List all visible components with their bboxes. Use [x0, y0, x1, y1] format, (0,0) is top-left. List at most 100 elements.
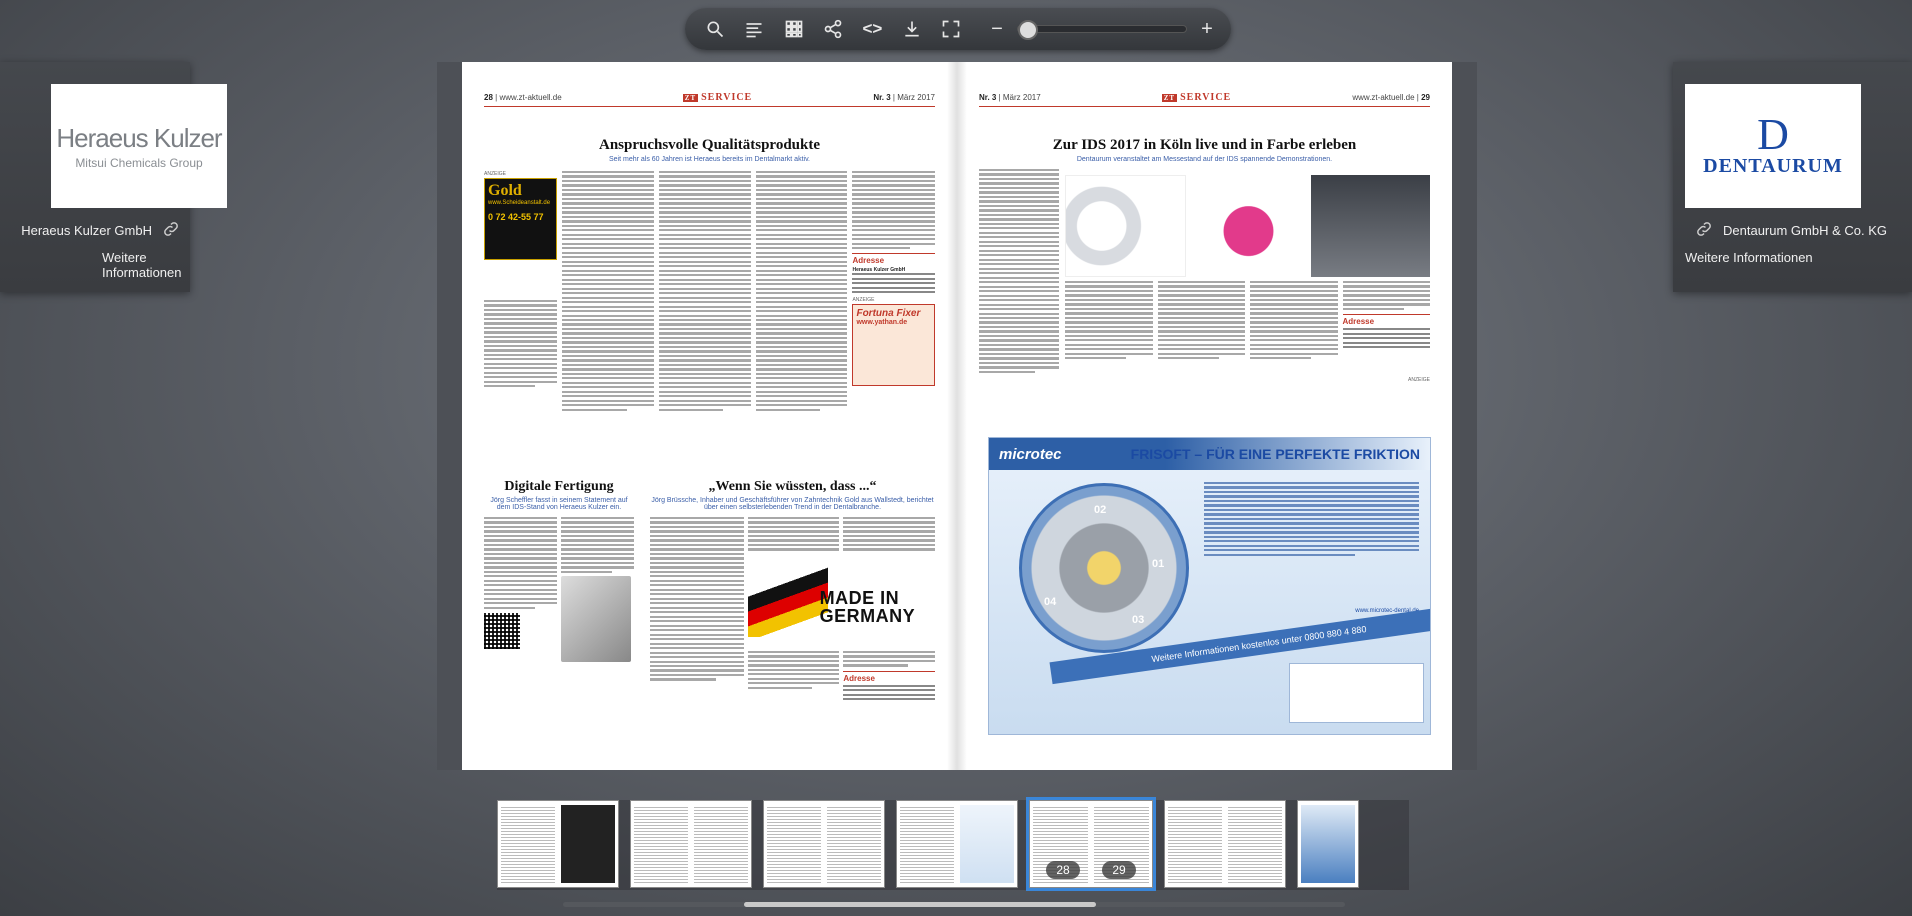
microtec-ad-text — [1204, 482, 1419, 558]
thumbnail-spread[interactable] — [763, 800, 885, 888]
heraeus-kulzer-logo[interactable]: Heraeus Kulzer Mitsui Chemicals Group — [51, 84, 227, 208]
german-flag-swoosh — [747, 566, 828, 637]
zoom-out-button[interactable]: − — [985, 12, 1009, 46]
thumbnail-spread[interactable] — [896, 800, 1018, 888]
thumbnail-scrollbar-thumb[interactable] — [743, 902, 1096, 907]
share-icon — [824, 19, 842, 39]
link-icon — [162, 220, 180, 241]
logo-text: Heraeus Kulzer — [56, 122, 222, 153]
thumbnail-page[interactable] — [1297, 800, 1359, 888]
issue-info: Nr. 3 | März 2017 — [873, 93, 935, 102]
article-figures — [1065, 175, 1430, 277]
article-top: Adresse — [979, 169, 1430, 375]
article-body: MADE IN GERMANY Adresse — [650, 517, 936, 703]
sidebar-column: Adresse Heraeus Kulzer GmbH ANZEIGE Fort… — [852, 171, 935, 471]
section-name: ZT SERVICE — [1161, 92, 1232, 103]
text-column — [562, 171, 655, 471]
microtec-brand: microtec — [999, 445, 1062, 463]
right-sponsor-panel: D DENTAURUM Dentaurum GmbH & Co. KG Weit… — [1673, 62, 1912, 292]
share-button[interactable] — [815, 12, 850, 46]
download-button[interactable] — [894, 12, 929, 46]
section-badge: ZT — [1161, 94, 1178, 102]
ad-title: Fortuna Fixer — [856, 308, 921, 320]
ad-label: ANZEIGE — [852, 297, 875, 304]
more-info-link[interactable]: Weitere Informationen — [1685, 250, 1813, 265]
site-url: www.zt-aktuell.de — [1352, 93, 1415, 102]
wheel-label: 04 — [1044, 596, 1057, 608]
issue-date: März 2017 — [897, 93, 935, 102]
zoom-in-button[interactable]: + — [1195, 12, 1219, 46]
made-in-germany-text: MADE IN GERMANY — [820, 589, 916, 625]
wheel-label: 02 — [1094, 504, 1107, 516]
issue-info: Nr. 3 | März 2017 — [979, 93, 1041, 102]
company-name: Heraeus Kulzer GmbH — [21, 223, 152, 238]
article-columns: ANZEIGE Gold www.Scheideanstalt.de 0 72 … — [484, 171, 935, 471]
thumbnail-spread-active[interactable]: 28 29 — [1026, 797, 1156, 891]
page-28[interactable]: 28 | www.zt-aktuell.de ZT SERVICE Nr. 3 |… — [462, 62, 957, 770]
embed-button[interactable]: <> — [855, 12, 890, 46]
ad-label: ANZEIGE — [484, 171, 506, 177]
more-info-link[interactable]: Weitere Informationen — [102, 250, 190, 280]
thumbnail-scrollbar[interactable] — [563, 902, 1345, 907]
article-headline: Zur IDS 2017 in Köln live und in Farbe e… — [1052, 137, 1357, 153]
address-heading: Adresse — [852, 253, 935, 265]
issue-number: Nr. 3 — [873, 93, 891, 102]
link-icon — [1695, 220, 1713, 241]
article-dek: Dentaurum veranstaltet am Messestand auf… — [1076, 156, 1333, 163]
page-info: www.zt-aktuell.de | 29 — [1352, 93, 1430, 102]
text-column — [659, 171, 751, 471]
thumbnail-spread[interactable] — [497, 800, 619, 888]
zoom-slider[interactable] — [1016, 20, 1187, 40]
thumbnail-spread[interactable] — [1164, 800, 1286, 888]
grid-view-button[interactable] — [776, 12, 811, 46]
logo-mark: D — [1757, 109, 1789, 159]
page-number: 28 — [484, 93, 493, 102]
fullscreen-button[interactable] — [934, 12, 969, 46]
thumbnail-spread[interactable] — [630, 800, 752, 888]
running-header: 28 | www.zt-aktuell.de ZT SERVICE Nr. 3 |… — [484, 92, 935, 107]
section-label: SERVICE — [701, 92, 753, 103]
portrait-photo — [561, 576, 631, 662]
microtec-ad[interactable]: microtec FRISOFT – FÜR EINE PERFEKTE FRI… — [988, 437, 1431, 735]
microtec-ad-header: microtec FRISOFT – FÜR EINE PERFEKTE FRI… — [989, 438, 1430, 470]
logo-text: DENTAURUM — [1703, 154, 1843, 177]
section-label: SERVICE — [1180, 92, 1232, 103]
ad-url: www.yathan.de — [856, 319, 908, 327]
article-headline: Anspruchsvolle Qualitätsprodukte — [598, 137, 820, 153]
microtec-title: FRISOFT – FÜR EINE PERFEKTE FRIKTION — [1130, 446, 1420, 462]
ad-label: ANZEIGE — [1408, 377, 1430, 384]
article-headline: „Wenn Sie wüssten, dass ...“ — [708, 479, 877, 494]
mig-line-1: MADE IN — [819, 587, 900, 608]
dentaurum-logo[interactable]: D DENTAURUM — [1685, 84, 1861, 208]
zoom-slider-handle[interactable] — [1017, 20, 1038, 40]
fullscreen-icon — [942, 20, 960, 38]
fortuna-ad[interactable]: Fortuna Fixer www.yathan.de — [852, 304, 935, 387]
friction-wheel-graphic: 02 01 03 04 — [1019, 483, 1189, 653]
qr-code[interactable] — [484, 612, 520, 649]
gold-ad-url: www.Scheideanstalt.de — [488, 200, 551, 206]
article-wenn-sie-wuessten: „Wenn Sie wüssten, dass ...“ Jörg Brüssc… — [650, 479, 936, 703]
company-name: Dentaurum GmbH & Co. KG — [1723, 223, 1887, 238]
article-headline: Digitale Fertigung — [504, 479, 614, 494]
figure-demo-photo — [1311, 175, 1430, 277]
section-badge: ZT — [682, 94, 699, 102]
address-heading: Adresse — [843, 670, 936, 683]
thumbnail-page-number: 29 — [1102, 861, 1136, 879]
lower-articles: Digitale Fertigung Jörg Scheffler fasst … — [484, 479, 936, 703]
thumbnail-strip: 28 29 — [497, 797, 1409, 891]
site-url: www.zt-aktuell.de — [499, 93, 562, 102]
table-of-contents-button[interactable] — [736, 12, 771, 46]
address-heading: Adresse — [1342, 314, 1430, 326]
made-in-germany-graphic: MADE IN GERMANY — [747, 557, 935, 647]
article-digitale-fertigung: Digitale Fertigung Jörg Scheffler fasst … — [484, 479, 634, 703]
gold-ad[interactable]: Gold www.Scheideanstalt.de 0 72 42-55 77 — [484, 178, 558, 260]
article-body — [484, 517, 634, 662]
mig-line-2: GERMANY — [819, 605, 916, 626]
issue-number: Nr. 3 — [979, 93, 997, 102]
figure-crown — [1189, 175, 1308, 277]
search-button[interactable] — [697, 12, 732, 46]
company-link[interactable]: Heraeus Kulzer GmbH — [21, 220, 180, 241]
left-sponsor-panel: Heraeus Kulzer Mitsui Chemicals Group He… — [0, 62, 227, 292]
company-link[interactable]: Dentaurum GmbH & Co. KG — [1695, 220, 1887, 241]
microtec-site: www.microtec-dental.de — [1355, 608, 1419, 614]
